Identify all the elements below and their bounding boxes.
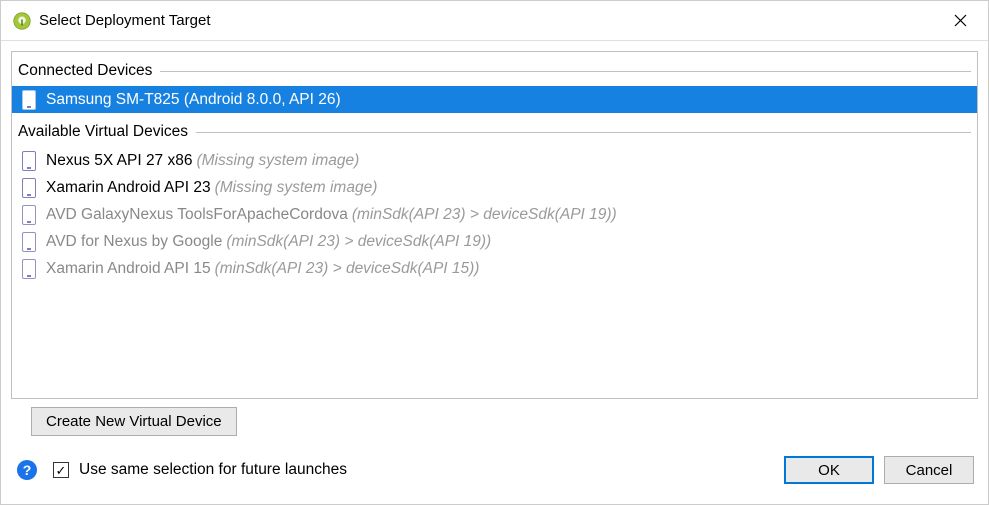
device-note: (minSdk(API 23) > deviceSdk(API 19)) — [352, 206, 617, 224]
connected-devices-label: Connected Devices — [18, 62, 152, 80]
device-name: Nexus 5X API 27 x86 — [46, 152, 192, 170]
phone-icon — [22, 90, 36, 110]
divider — [196, 132, 971, 133]
connected-devices-header: Connected Devices — [12, 62, 977, 86]
device-panel: Connected Devices Samsung SM-T825 (Andro… — [11, 51, 978, 399]
use-same-selection-checkbox[interactable]: ✓ Use same selection for future launches — [53, 461, 347, 479]
phone-icon — [22, 205, 36, 225]
window-title: Select Deployment Target — [39, 12, 944, 29]
android-studio-icon — [13, 12, 31, 30]
connected-devices-list: Samsung SM-T825 (Android 8.0.0, API 26) — [12, 86, 977, 113]
cancel-button[interactable]: Cancel — [884, 456, 974, 484]
divider — [160, 71, 971, 72]
checkbox-box[interactable]: ✓ — [53, 462, 69, 478]
close-icon[interactable] — [944, 5, 976, 37]
create-new-virtual-device-button[interactable]: Create New Virtual Device — [31, 407, 237, 436]
device-name: AVD GalaxyNexus ToolsForApacheCordova — [46, 206, 348, 224]
checkbox-label: Use same selection for future launches — [79, 461, 347, 479]
device-note: (Missing system image) — [196, 152, 359, 170]
titlebar: Select Deployment Target — [1, 1, 988, 41]
virtual-devices-list: Nexus 5X API 27 x86 (Missing system imag… — [12, 147, 977, 282]
available-devices-header: Available Virtual Devices — [12, 123, 977, 147]
device-name: AVD for Nexus by Google — [46, 233, 222, 251]
phone-icon — [22, 178, 36, 198]
device-row[interactable]: AVD GalaxyNexus ToolsForApacheCordova (m… — [12, 201, 977, 228]
device-row[interactable]: Samsung SM-T825 (Android 8.0.0, API 26) — [12, 86, 977, 113]
phone-icon — [22, 259, 36, 279]
device-name: Xamarin Android API 23 — [46, 179, 211, 197]
device-row[interactable]: AVD for Nexus by Google (minSdk(API 23) … — [12, 228, 977, 255]
dialog-footer: ? ✓ Use same selection for future launch… — [1, 442, 988, 484]
ok-button[interactable]: OK — [784, 456, 874, 484]
device-name: Xamarin Android API 15 — [46, 260, 211, 278]
available-devices-label: Available Virtual Devices — [18, 123, 188, 141]
phone-icon — [22, 151, 36, 171]
device-note: (minSdk(API 23) > deviceSdk(API 19)) — [226, 233, 491, 251]
help-icon[interactable]: ? — [17, 460, 37, 480]
phone-icon — [22, 232, 36, 252]
device-note: (Missing system image) — [215, 179, 378, 197]
device-name: Samsung SM-T825 (Android 8.0.0, API 26) — [46, 91, 341, 109]
device-note: (minSdk(API 23) > deviceSdk(API 15)) — [215, 260, 480, 278]
device-row[interactable]: Xamarin Android API 23 (Missing system i… — [12, 174, 977, 201]
device-row[interactable]: Nexus 5X API 27 x86 (Missing system imag… — [12, 147, 977, 174]
device-row[interactable]: Xamarin Android API 15 (minSdk(API 23) >… — [12, 255, 977, 282]
